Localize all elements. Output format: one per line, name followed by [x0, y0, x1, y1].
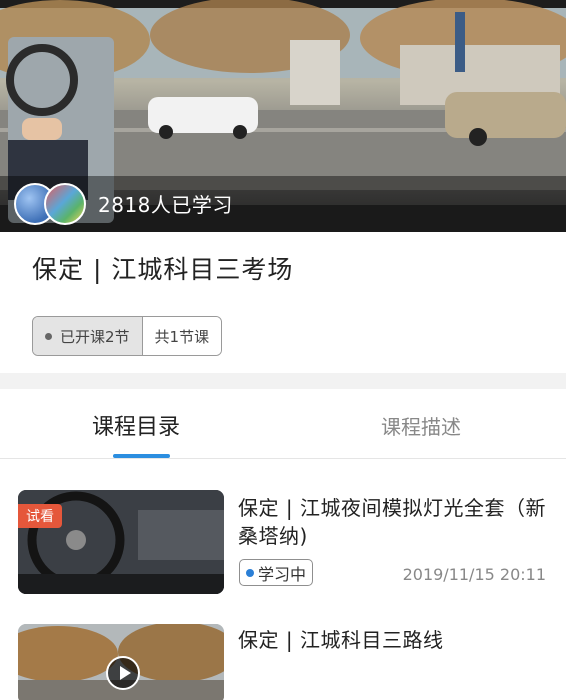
course-title: 保定 | 江城科目三考场: [32, 255, 294, 284]
lesson-title[interactable]: 保定 | 江城科目三路线: [238, 626, 548, 654]
active-tab-indicator: [113, 454, 170, 458]
status-badge: 学习中: [239, 559, 314, 586]
course-badges: 已开课2节 共1节课: [32, 316, 223, 356]
tab-description[interactable]: 课程描述: [381, 411, 461, 440]
course-tabs: 课程目录 课程描述: [0, 389, 566, 459]
status-label: 学习中: [258, 564, 307, 584]
play-icon[interactable]: [106, 656, 140, 690]
total-lessons-label: 共1节课: [154, 327, 210, 346]
lesson-list-item[interactable]: 试看 保定 | 江城夜间模拟灯光全套（新桑塔纳) 学习中 2019/11/15 …: [0, 490, 566, 594]
trial-tag: 试看: [18, 504, 62, 528]
lesson-date: 2019/11/15 20:11: [402, 565, 546, 584]
tab-catalog[interactable]: 课程目录: [92, 409, 180, 441]
status-dot-icon: [246, 568, 254, 577]
section-divider: [0, 373, 566, 389]
opened-lessons-badge: 已开课2节: [33, 317, 143, 355]
lesson-title[interactable]: 保定 | 江城夜间模拟灯光全套（新桑塔纳): [238, 494, 548, 550]
lesson-thumbnail[interactable]: 试看: [18, 490, 224, 594]
avatar: [44, 183, 86, 225]
dot-icon: [45, 332, 52, 340]
learner-avatars: [14, 183, 86, 227]
course-video-player[interactable]: 2818人已学习: [0, 0, 566, 232]
lesson-thumbnail[interactable]: [18, 624, 224, 700]
total-lessons-badge: 共1节课: [142, 317, 222, 355]
lesson-list-item[interactable]: 保定 | 江城科目三路线: [0, 624, 566, 700]
learner-count: 2818人已学习: [98, 193, 233, 217]
opened-lessons-label: 已开课2节: [60, 327, 130, 346]
